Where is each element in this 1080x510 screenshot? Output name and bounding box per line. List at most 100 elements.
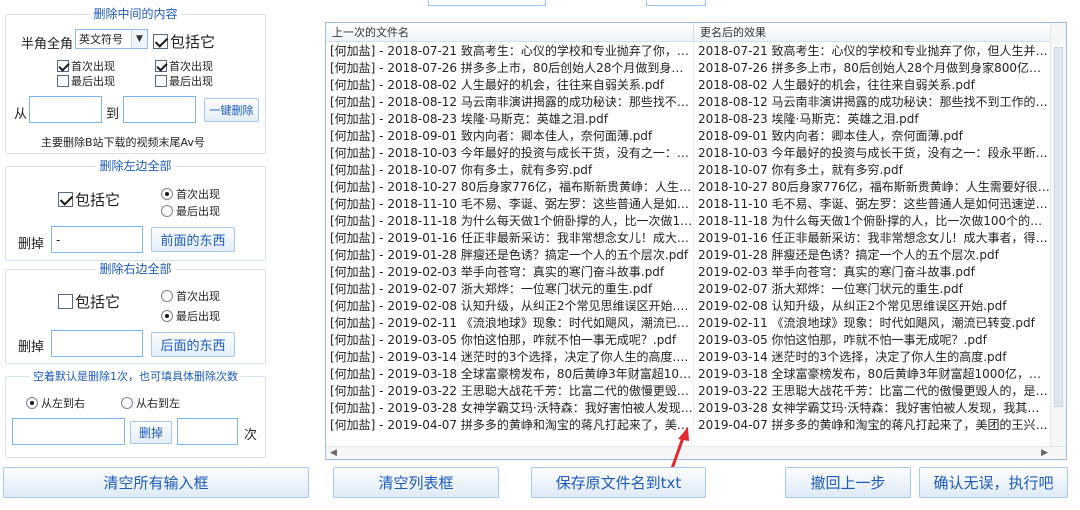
horizontal-scrollbar[interactable]: ◀ ▶ xyxy=(326,446,1066,459)
table-row[interactable]: [何加盐] - 2019-03-05 你怕这怕那，咋就不怕一事无成呢？.pdf 2… xyxy=(326,332,1051,349)
radio-label: 从左到右 xyxy=(41,397,85,410)
table-row[interactable]: [何加盐] - 2018-07-26 拼多多上市，80后创始人28个月做到身家8… xyxy=(326,60,1051,77)
old-filename-cell: [何加盐] - 2019-02-07 浙大郑烨：一位寒门状元的重生.pdf xyxy=(326,281,694,298)
table-row[interactable]: [何加盐] - 2018-08-02 人生最好的机会，往往来自弱关系.pdf 20… xyxy=(326,77,1051,94)
table-row[interactable]: [何加盐] - 2019-01-28 胖瘦还是色诱？搞定一个人的五个层次.pdf… xyxy=(326,247,1051,264)
table-row[interactable]: [何加盐] - 2018-10-07 你有多土，就有多穷.pdf 2018-10-… xyxy=(326,162,1051,179)
table-row[interactable]: [何加盐] - 2018-10-03 今年最好的投资与成长干货，没有之一：段..… xyxy=(326,145,1051,162)
table-row[interactable]: [何加盐] - 2018-07-21 致高考生：心仪的学校和专业抛弃了你，但..… xyxy=(326,43,1051,60)
left-first-checkbox[interactable]: 首次出现 xyxy=(57,58,115,74)
include-right-checkbox[interactable]: 包括它 xyxy=(58,291,120,312)
col-new-name-header[interactable]: 更名后的效果 xyxy=(694,23,1051,41)
left-to-right-radio[interactable]: 从左到右 xyxy=(26,395,85,411)
top-input-partial-2[interactable] xyxy=(646,0,706,6)
count-delete-button[interactable]: 删掉 xyxy=(130,421,172,444)
top-input-partial-1[interactable] xyxy=(428,0,546,6)
right-first-checkbox[interactable]: 首次出现 xyxy=(155,58,213,74)
group-title: 空着默认是删除1次，也可填具体删除次数 xyxy=(6,368,265,385)
delete-left-input[interactable] xyxy=(51,226,143,253)
col-old-name-header[interactable]: 上一次的文件名 xyxy=(326,23,694,41)
delete-back-button[interactable]: 后面的东西 xyxy=(151,332,235,357)
new-filename-cell: 2019-04-07 拼多多的黄峥和淘宝的蒋凡打起来了，美团的王兴在... xyxy=(698,418,1051,432)
scroll-right-icon[interactable]: ▶ xyxy=(1041,447,1048,459)
table-row[interactable]: [何加盐] - 2019-03-28 女神学霸艾玛·沃特森：我好害怕被人发现，.… xyxy=(326,400,1051,417)
scrollbar-thumb[interactable] xyxy=(1054,47,1063,407)
list-header: 上一次的文件名 更名后的效果 xyxy=(326,23,1051,42)
checkbox-label: 最后出现 xyxy=(169,75,213,88)
delete-front-button[interactable]: 前面的东西 xyxy=(151,227,235,252)
old-filename-cell: [何加盐] - 2019-02-11 《流浪地球》现象：时代如飓风，潮流已转..… xyxy=(326,315,694,332)
radio-dot xyxy=(161,290,173,302)
radio-dot xyxy=(161,188,173,200)
right-last-radio[interactable]: 最后出现 xyxy=(161,308,220,324)
group-delete-left: 删除左边全部 包括它 首次出现 最后出现 删掉 前面的东西 xyxy=(5,159,266,261)
new-filename-cell: 2019-03-18 全球富豪榜发布，80后黄峥3年财富超1000亿，凭的... xyxy=(698,367,1051,381)
to-input[interactable] xyxy=(123,96,196,123)
old-filename-cell: [何加盐] - 2018-11-18 为什么每天做1个俯卧撑的人，比一次做100… xyxy=(326,213,694,230)
old-filename-cell: [何加盐] - 2018-07-26 拼多多上市，80后创始人28个月做到身家8… xyxy=(326,60,694,77)
table-row[interactable]: [何加盐] - 2019-02-08 认知升级，从纠正2个常见思维误区开始.pd… xyxy=(326,298,1051,315)
left-first-radio[interactable]: 首次出现 xyxy=(161,186,220,202)
include-middle-checkbox[interactable]: 包括它 xyxy=(153,31,215,52)
clear-list-button[interactable]: 清空列表框 xyxy=(333,467,499,498)
right-first-radio[interactable]: 首次出现 xyxy=(161,288,220,304)
table-row[interactable]: [何加盐] - 2019-03-22 王思聪大战花千芳：比富二代的傲慢更毁人..… xyxy=(326,383,1051,400)
checkbox-label: 包括它 xyxy=(170,33,216,51)
table-row[interactable]: [何加盐] - 2018-09-01 致内向者：卿本佳人，奈何面薄.pdf 201… xyxy=(326,128,1051,145)
left-last-checkbox[interactable]: 最后出现 xyxy=(57,73,115,89)
old-filename-cell: [何加盐] - 2019-03-18 全球富豪榜发布，80后黄峥3年财富超100… xyxy=(326,366,694,383)
old-filename-cell: [何加盐] - 2018-08-12 马云南非演讲揭露的成功秘诀：那些找不到..… xyxy=(326,94,694,111)
old-filename-cell: [何加盐] - 2018-09-01 致内向者：卿本佳人，奈何面薄.pdf xyxy=(326,128,694,145)
checkbox-box xyxy=(155,75,167,87)
checkbox-box xyxy=(57,75,69,87)
delete-right-input[interactable] xyxy=(51,330,143,357)
old-filename-cell: [何加盐] - 2019-03-28 女神学霸艾玛·沃特森：我好害怕被人发现，.… xyxy=(326,400,694,417)
group-title: 删除左边全部 xyxy=(6,158,265,174)
delete-right-label: 删掉 xyxy=(18,340,45,355)
old-filename-cell: [何加盐] - 2018-11-10 毛不易、李诞、弼左罗：这些普通人是如何..… xyxy=(326,196,694,213)
file-list-view[interactable]: 上一次的文件名 更名后的效果 [何加盐] - 2018-07-21 致高考生：心… xyxy=(325,22,1067,460)
checkbox-label: 包括它 xyxy=(75,191,121,209)
left-last-radio[interactable]: 最后出现 xyxy=(161,203,220,219)
new-filename-cell: 2018-10-07 你有多土，就有多穷.pdf xyxy=(698,163,903,177)
radio-label: 最后出现 xyxy=(176,205,220,218)
table-row[interactable]: [何加盐] - 2018-08-12 马云南非演讲揭露的成功秘诀：那些找不到..… xyxy=(326,94,1051,111)
execute-button[interactable]: 确认无误，执行吧 xyxy=(919,467,1068,498)
group-delete-middle: 删除中间的内容 半角全角 英文符号 ▼ 包括它 首次出现 最后出现 首次出现 最… xyxy=(5,7,266,154)
radio-label: 从右到左 xyxy=(136,397,180,410)
old-filename-cell: [何加盐] - 2019-02-08 认知升级，从纠正2个常见思维误区开始.pd… xyxy=(326,298,694,315)
from-input[interactable] xyxy=(29,96,102,123)
scroll-left-icon[interactable]: ◀ xyxy=(330,447,337,459)
new-filename-cell: 2019-02-08 认知升级，从纠正2个常见思维误区开始.pdf xyxy=(698,299,1007,313)
new-filename-cell: 2019-01-16 任正非最新采访：我非常想念女儿！成大事者，得受... xyxy=(698,231,1051,245)
table-row[interactable]: [何加盐] - 2019-02-07 浙大郑烨：一位寒门状元的重生.pdf 201… xyxy=(326,281,1051,298)
save-names-button[interactable]: 保存原文件名到txt xyxy=(531,467,706,498)
table-row[interactable]: [何加盐] - 2019-02-11 《流浪地球》现象：时代如飓风，潮流已转..… xyxy=(326,315,1051,332)
right-last-checkbox[interactable]: 最后出现 xyxy=(155,73,213,89)
include-left-checkbox[interactable]: 包括它 xyxy=(58,189,120,210)
old-filename-cell: [何加盐] - 2019-03-05 你怕这怕那，咋就不怕一事无成呢？.pdf xyxy=(326,332,694,349)
group-title: 删除右边全部 xyxy=(6,261,265,277)
count-times-input[interactable] xyxy=(177,418,238,445)
undo-button[interactable]: 撤回上一步 xyxy=(785,467,911,498)
right-to-left-radio[interactable]: 从右到左 xyxy=(121,395,180,411)
table-row[interactable]: [何加盐] - 2018-11-10 毛不易、李诞、弼左罗：这些普通人是如何..… xyxy=(326,196,1051,213)
vertical-scrollbar[interactable] xyxy=(1050,23,1066,448)
new-filename-cell: 2019-03-14 迷茫时的3个选择，决定了你人生的高度.pdf xyxy=(698,350,1007,364)
new-filename-cell: 2019-03-28 女神学霸艾玛·沃特森：我好害怕被人发现，我其实是... xyxy=(698,401,1051,415)
table-row[interactable]: [何加盐] - 2019-03-14 迷茫时的3个选择，决定了你人生的高度.pd… xyxy=(326,349,1051,366)
table-row[interactable]: [何加盐] - 2019-03-18 全球富豪榜发布，80后黄峥3年财富超100… xyxy=(326,366,1051,383)
table-row[interactable]: [何加盐] - 2018-08-23 埃隆·马斯克：英雄之泪.pdf 2018-0… xyxy=(326,111,1051,128)
checkbox-box xyxy=(58,192,73,207)
middle-note-text: 主要删除B站下载的视频末尾Av号 xyxy=(41,136,205,149)
table-row[interactable]: [何加盐] - 2018-10-27 80后身家776亿，福布斯新贵黄峥：人生需… xyxy=(326,179,1051,196)
table-row[interactable]: [何加盐] - 2018-11-18 为什么每天做1个俯卧撑的人，比一次做100… xyxy=(326,213,1051,230)
table-row[interactable]: [何加盐] - 2019-01-16 任正非最新采访：我非常想念女儿！成大事..… xyxy=(326,230,1051,247)
clear-inputs-button[interactable]: 清空所有输入框 xyxy=(3,467,309,498)
table-row[interactable]: [何加盐] - 2019-02-03 举手向苍穹：真实的寒门奋斗故事.pdf 20… xyxy=(326,264,1051,281)
checkbox-box xyxy=(155,60,167,72)
checkbox-label: 最后出现 xyxy=(71,75,115,88)
count-pattern-input[interactable] xyxy=(12,418,125,445)
one-click-delete-button[interactable]: 一键删除 xyxy=(204,98,259,122)
symbol-type-select[interactable]: 英文符号 ▼ xyxy=(75,29,148,49)
